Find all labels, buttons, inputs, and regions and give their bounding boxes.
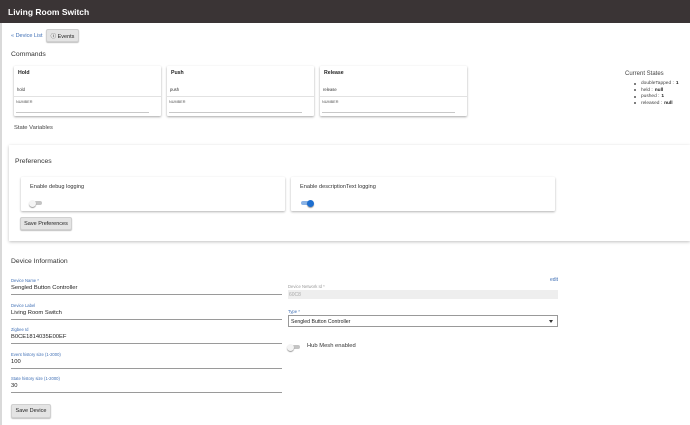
zigbee-id-label: Zigbee Id [11, 327, 29, 332]
input-underline [169, 112, 302, 113]
state-item: doubleTapped :1 [634, 81, 678, 86]
debug-logging-label: Enable debug logging [30, 184, 85, 190]
save-preferences-label: Save Preferences [24, 220, 68, 227]
save-preferences-button[interactable]: Save Preferences [20, 217, 72, 230]
device-label-field[interactable]: Living Room Switch [11, 310, 62, 316]
save-device-button[interactable]: Save Device [11, 404, 51, 418]
state-key: held : [641, 87, 653, 93]
network-id-field-bg: 60C8 [288, 290, 558, 299]
state-value: null [664, 100, 673, 106]
command-name: Release [324, 70, 344, 76]
hub-mesh-toggle[interactable] [287, 343, 300, 351]
command-button-release[interactable]: release [323, 87, 337, 92]
input-underline [322, 112, 455, 113]
save-device-label: Save Device [15, 408, 47, 414]
field-underline [11, 294, 282, 295]
command-card-hold: Hold hold NUMBER [14, 66, 161, 116]
current-states-title: Current States [625, 71, 664, 77]
debug-logging-card: Enable debug logging [21, 177, 285, 211]
state-key: released : [641, 100, 663, 106]
divider [320, 96, 467, 97]
bullet-icon [634, 89, 636, 91]
field-underline [11, 343, 282, 344]
edit-link[interactable]: edit [550, 277, 558, 283]
state-history-field[interactable]: 30 [11, 383, 17, 389]
state-value: 1 [675, 81, 679, 86]
field-underline [11, 368, 282, 369]
debug-logging-toggle[interactable] [29, 199, 42, 207]
divider [167, 96, 314, 97]
toggle-knob [307, 199, 314, 207]
device-name-label: Device Name * [11, 278, 39, 283]
events-button-label: ⓘ Events [50, 33, 75, 40]
command-button-push[interactable]: push [170, 87, 179, 92]
event-history-label: Event history size (1-2000) [11, 352, 61, 357]
current-states-list: doubleTapped :1 held : null pushed :1 rel… [634, 81, 678, 106]
device-label-label: Device Label [11, 303, 36, 308]
page-title: Living Room Switch [8, 7, 90, 17]
state-value: 1 [661, 94, 665, 99]
bullet-icon [634, 102, 636, 104]
command-card-push: Push push NUMBER [167, 66, 314, 116]
bullet-icon [634, 95, 636, 98]
state-item: held : null [634, 88, 678, 93]
state-item: pushed :1 [634, 94, 678, 99]
events-button[interactable]: ⓘ Events [46, 29, 79, 42]
command-button-hold[interactable]: hold [17, 87, 25, 92]
description-logging-toggle[interactable] [301, 199, 314, 207]
hub-mesh-label: Hub Mesh enabled [307, 343, 356, 349]
field-underline [11, 319, 282, 320]
state-key: doubleTapped : [641, 81, 674, 86]
number-input-push[interactable]: NUMBER [169, 100, 185, 104]
commands-title: Commands [11, 51, 46, 58]
command-card-release: Release release NUMBER [320, 66, 467, 116]
state-item: released : null [634, 101, 678, 106]
state-variables-title: State Variables [14, 125, 53, 131]
description-logging-card: Enable descriptionText logging [291, 177, 555, 211]
state-history-label: State history size (1-2000) [11, 376, 60, 381]
zigbee-id-field[interactable]: B0CE1814035E00EF [11, 334, 66, 340]
divider [14, 96, 161, 97]
type-label: Type * [288, 309, 300, 314]
event-history-field[interactable]: 100 [11, 359, 21, 365]
number-input-release[interactable]: NUMBER [322, 100, 338, 104]
device-information-title: Device Information [11, 258, 68, 265]
field-underline [11, 392, 282, 393]
state-value: null [654, 87, 664, 93]
network-id-field: 60C8 [289, 291, 301, 298]
number-input-hold[interactable]: NUMBER [16, 100, 32, 104]
bullet-icon [634, 82, 636, 85]
toggle-knob [287, 343, 294, 351]
network-id-label: Device Network Id * [288, 284, 325, 289]
chevron-down-icon [549, 320, 553, 323]
type-select[interactable]: Sengled Button Controller [288, 315, 558, 327]
device-name-field[interactable]: Sengled Button Controller [11, 285, 77, 291]
description-logging-label: Enable descriptionText logging [300, 184, 376, 190]
command-name: Hold [18, 70, 30, 76]
left-edge-divider [0, 23, 2, 425]
device-list-link[interactable]: « Device List [11, 33, 43, 39]
command-name: Push [171, 70, 184, 76]
state-key: pushed : [641, 94, 660, 99]
type-select-value: Sengled Button Controller [291, 318, 351, 325]
input-underline [16, 112, 149, 113]
app-header: Living Room Switch [0, 0, 690, 23]
toggle-knob [29, 199, 36, 207]
preferences-title: Preferences [15, 158, 52, 165]
